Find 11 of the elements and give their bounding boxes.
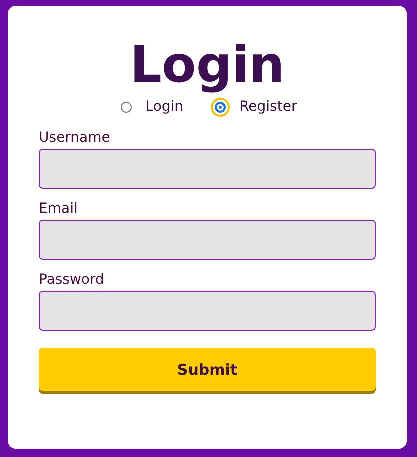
radio-button[interactable] (121, 102, 132, 112)
radio-label[interactable]: Login (146, 99, 184, 115)
field-label: Password (39, 271, 106, 290)
field-label: Username (39, 129, 112, 148)
input-field[interactable] (39, 220, 376, 260)
field-label: Email (39, 200, 79, 219)
radio-label[interactable]: Register (240, 99, 298, 115)
page-title: Login (129, 35, 286, 96)
input-field[interactable] (39, 291, 376, 331)
submit-button[interactable]: Submit (39, 348, 376, 391)
input-field[interactable] (39, 149, 376, 189)
